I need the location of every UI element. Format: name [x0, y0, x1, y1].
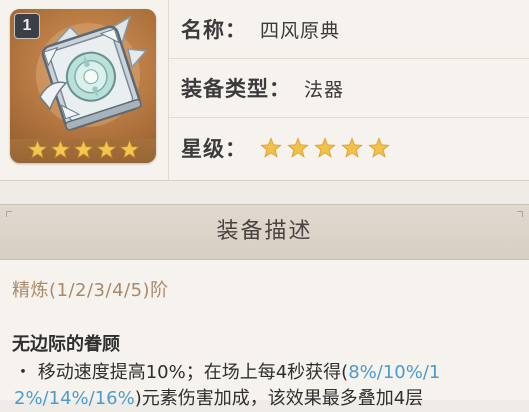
name-colon: ：	[225, 18, 246, 42]
item-rarity-stars	[10, 139, 156, 163]
type-colon: ：	[269, 77, 290, 101]
passive-line-2: 2%/14%/16%)元素伤害加成，该效果最多叠加4层	[14, 386, 519, 412]
description-header: 装备描述	[0, 204, 529, 260]
passive-description: ・ 移动速度提高10%；在场上每4秒获得(8%/10%/1 2%/14%/16%…	[14, 360, 519, 412]
type-value: 法器	[304, 78, 345, 101]
item-info-card: 1 名称 ： 四风原典 装备类型 ： 法器 星级 ：	[0, 0, 529, 181]
type-row: 装备类型 ： 法器	[169, 59, 529, 118]
star-icon	[49, 139, 71, 159]
bonus-values-part1: 8%/10%/1	[348, 362, 441, 383]
passive-line-1: ・ 移动速度提高10%；在场上每4秒获得(8%/10%/1	[14, 360, 519, 386]
description-body: 精炼(1/2/3/4/5)阶 无边际的眷顾 ・ 移动速度提高10%；在场上每4秒…	[0, 260, 529, 409]
star-icon	[26, 139, 48, 159]
name-row: 名称 ： 四风原典	[169, 0, 529, 59]
rarity-stars	[260, 136, 390, 159]
rarity-row: 星级 ：	[169, 118, 529, 177]
name-value: 四风原典	[260, 19, 341, 42]
passive-text-end: )元素伤害加成，该效果最多叠加4层	[134, 388, 424, 409]
refine-badge: 1	[14, 13, 40, 39]
star-icon	[314, 136, 336, 158]
corner-ornament	[6, 211, 12, 217]
passive-text-start: ・ 移动速度提高10%；在场上每4秒获得(	[14, 362, 349, 383]
star-icon	[118, 139, 140, 159]
corner-ornament	[517, 211, 523, 217]
star-icon	[287, 136, 309, 158]
refinement-levels[interactable]: 精炼(1/2/3/4/5)阶	[12, 276, 169, 302]
bonus-values-part2: 2%/14%/16%	[14, 388, 135, 409]
type-label: 装备类型	[181, 77, 269, 101]
star-icon	[72, 139, 94, 159]
star-icon	[341, 136, 363, 158]
rarity-colon: ：	[225, 136, 246, 161]
name-label: 名称	[181, 18, 225, 42]
rarity-label: 星级	[181, 136, 225, 161]
item-attributes: 名称 ： 四风原典 装备类型 ： 法器 星级 ：	[168, 0, 529, 180]
star-icon	[260, 136, 282, 158]
star-icon	[95, 139, 117, 159]
description-title: 装备描述	[216, 219, 313, 244]
passive-name: 无边际的眷顾	[12, 334, 120, 355]
item-thumbnail[interactable]: 1	[10, 9, 156, 163]
star-icon	[368, 136, 390, 158]
